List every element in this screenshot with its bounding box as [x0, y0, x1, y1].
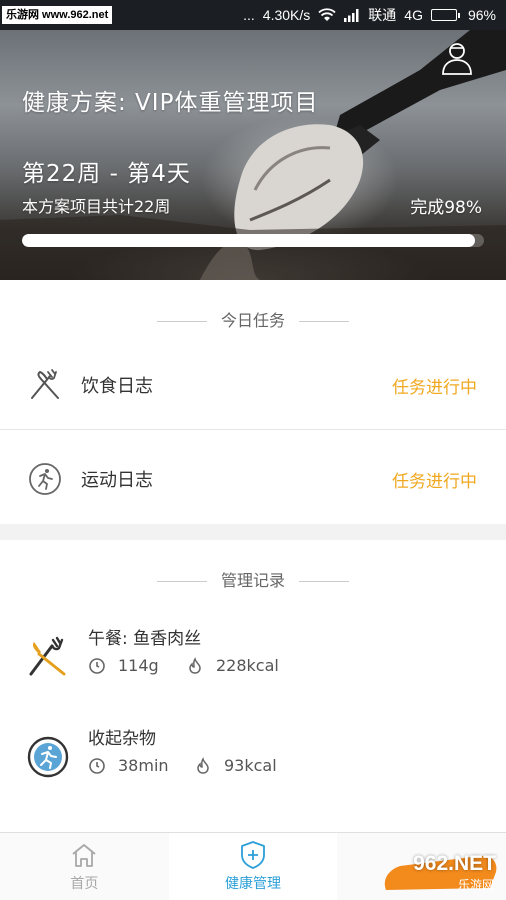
records-header: 管理记录	[0, 567, 506, 591]
task-label: 饮食日志	[81, 376, 153, 397]
status-dots: ...	[243, 7, 255, 23]
plan-progress-text: 完成98%	[410, 198, 482, 218]
record-calories: 93kcal	[194, 756, 277, 775]
status-indicators: ... 4.30K/s 联通 4G 96%	[243, 5, 496, 25]
network-speed: 4.30K/s	[262, 7, 311, 23]
shield-plus-icon	[238, 840, 268, 870]
record-calories: 228kcal	[186, 656, 279, 675]
today-tasks-card: 今日任务 饮食日志 任务进行中 运动日志 任务进行中	[0, 280, 506, 524]
record-metric: 228kcal	[216, 656, 279, 675]
nav-item-home[interactable]: 首页	[0, 833, 169, 900]
flame-icon	[186, 656, 204, 675]
plan-total-weeks: 本方案项目共计22周	[22, 197, 171, 216]
task-status: 任务进行中	[392, 471, 477, 492]
status-bar: 乐游网 www.962.net ... 4.30K/s 联通 4G 96%	[0, 0, 506, 30]
task-row-exercise-log[interactable]: 运动日志 任务进行中	[0, 434, 506, 524]
plan-title: 健康方案: VIP体重管理项目	[22, 90, 319, 116]
record-item-lunch[interactable]: 午餐: 鱼香肉丝 114g 228kcal	[0, 624, 506, 704]
clock-icon	[88, 657, 106, 675]
battery-percent: 96%	[467, 7, 496, 23]
watermark-label: 乐游网 www.962.net	[2, 6, 113, 24]
watermark-brand: 962.NET	[413, 852, 496, 875]
record-title: 收起杂物	[88, 729, 156, 749]
task-row-diet-log[interactable]: 饮食日志 任务进行中	[0, 340, 506, 430]
plan-hero-banner: 健康方案: VIP体重管理项目 第22周 - 第4天 本方案项目共计22周 完成…	[0, 30, 506, 280]
running-icon	[27, 736, 69, 778]
wifi-icon	[318, 8, 336, 22]
record-duration: 38min	[88, 756, 169, 775]
running-icon	[27, 461, 63, 497]
home-icon	[69, 840, 99, 870]
battery-icon	[430, 9, 460, 21]
watermark-sub: 乐游网	[457, 878, 494, 892]
record-item-tidy[interactable]: 收起杂物 38min 93kcal	[0, 724, 506, 804]
nav-item-health-management[interactable]: 健康管理	[168, 833, 338, 900]
task-divider	[0, 429, 506, 430]
record-weight: 114g	[88, 656, 159, 675]
today-tasks-header: 今日任务	[0, 307, 506, 331]
record-metric: 93kcal	[224, 756, 277, 775]
record-metric: 114g	[118, 656, 159, 675]
fork-knife-icon	[27, 367, 63, 403]
record-title: 午餐: 鱼香肉丝	[88, 629, 202, 649]
plan-progress-fill	[22, 234, 475, 247]
records-card: 管理记录 午餐: 鱼香肉丝 114g 228kcal 收起杂物 38min 93…	[0, 540, 506, 832]
task-label: 运动日志	[81, 470, 153, 491]
fork-knife-icon	[29, 636, 66, 676]
plan-progress-bar	[22, 234, 484, 247]
today-tasks-title: 今日任务	[220, 311, 285, 330]
carrier-label: 联通	[368, 7, 397, 23]
nav-label: 健康管理	[225, 876, 281, 892]
task-status: 任务进行中	[392, 377, 477, 398]
records-title: 管理记录	[220, 571, 285, 590]
flame-icon	[194, 756, 212, 775]
clock-icon	[88, 757, 106, 775]
user-avatar-icon[interactable]	[440, 40, 474, 76]
record-metric: 38min	[118, 756, 169, 775]
network-type: 4G	[404, 7, 423, 23]
nav-label: 首页	[70, 876, 99, 892]
signal-icon	[344, 8, 360, 22]
plan-week-day: 第22周 - 第4天	[22, 161, 191, 187]
